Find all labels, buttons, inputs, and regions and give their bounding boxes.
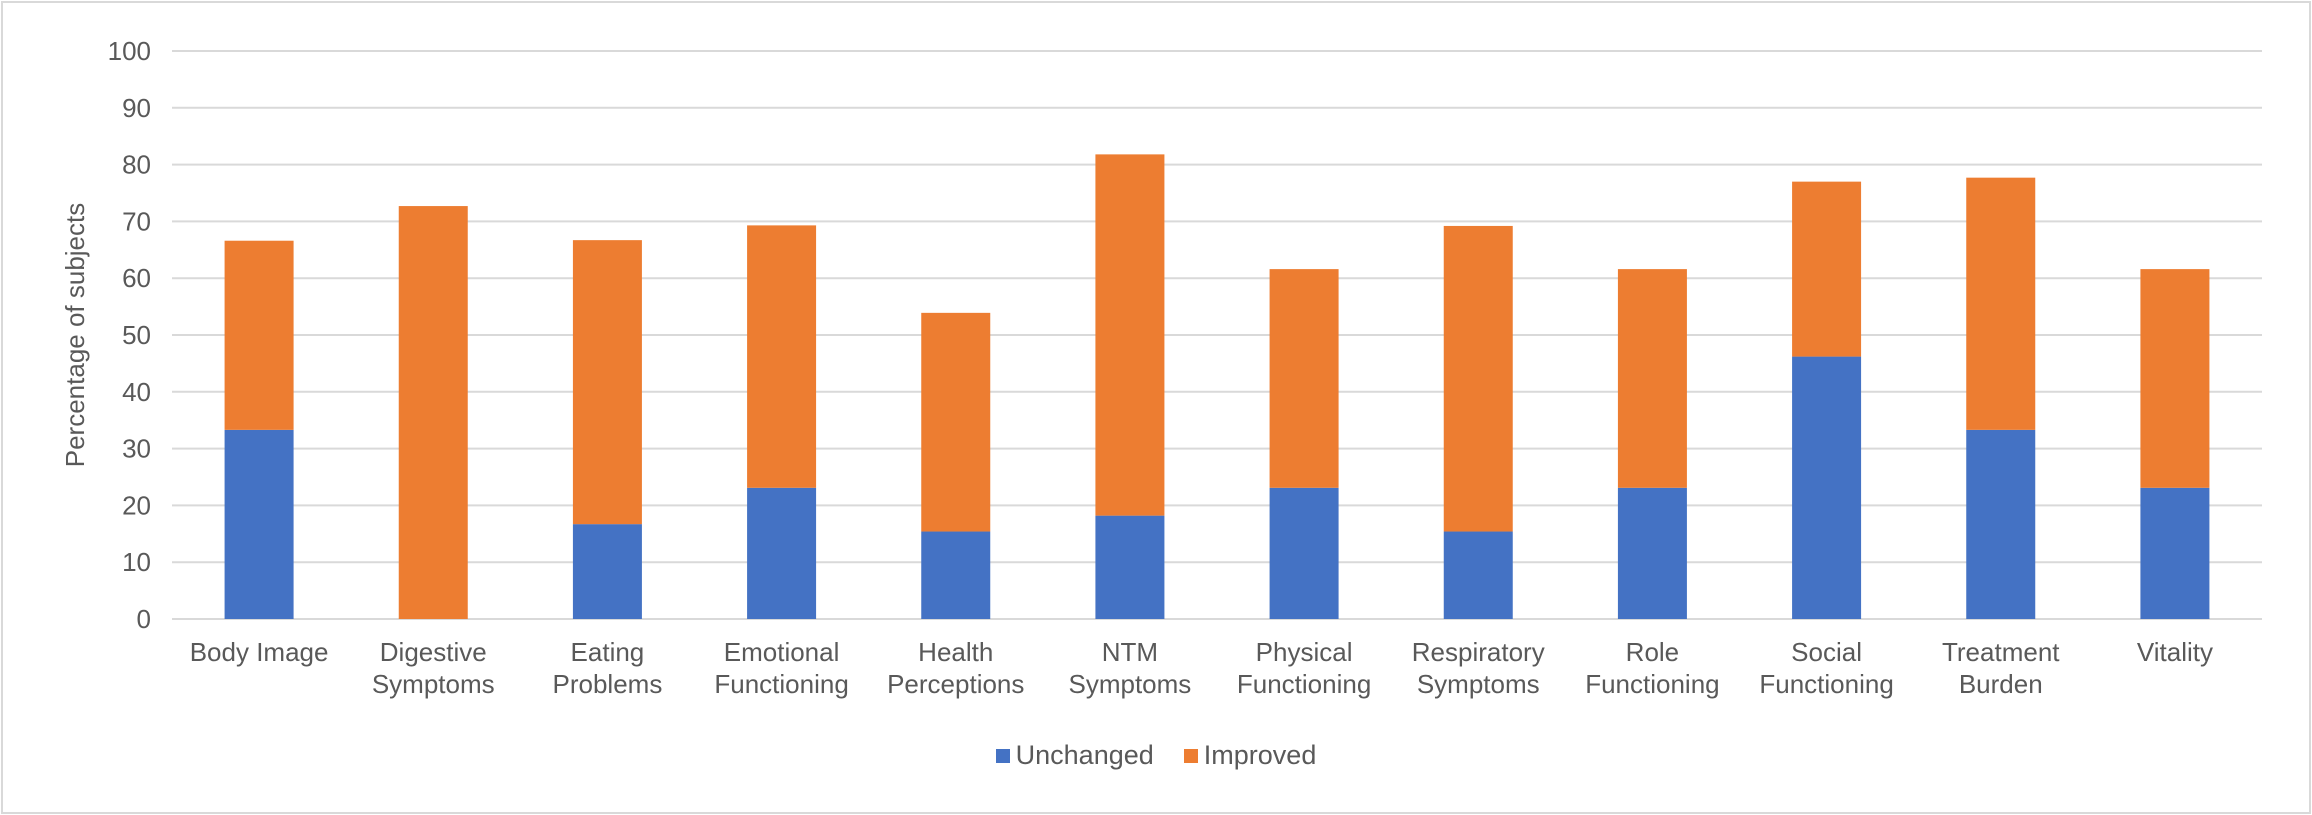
y-axis-ticks: 0 10 20 30 40 50 60 70 80 90 100 (108, 36, 151, 634)
bar-improved-eating-problems (572, 240, 642, 525)
bar-unchanged-ntm-symptoms (1095, 515, 1165, 619)
legend-swatch-unchanged (995, 748, 1010, 763)
bar-unchanged-body-image (224, 429, 294, 619)
x-category-label: Physical Functioning (1237, 637, 1371, 699)
y-tick-label: 30 (122, 434, 151, 464)
x-category-label: Digestive Symptoms (372, 637, 495, 699)
legend-item-improved: Improved (1183, 740, 1317, 771)
bar-unchanged-social-functioning (1792, 356, 1862, 619)
bar-unchanged-physical-functioning (1269, 487, 1339, 619)
x-category-label: Role Functioning (1585, 637, 1719, 699)
bar-unchanged-respiratory-symptoms (1443, 531, 1513, 619)
x-category-label: NTM Symptoms (1069, 637, 1192, 699)
bar-improved-treatment-burden (1966, 177, 2036, 430)
y-tick-label: 40 (122, 377, 151, 407)
bar-improved-body-image (224, 240, 294, 430)
y-tick-label: 0 (137, 604, 151, 634)
bar-improved-digestive-symptoms (398, 206, 468, 619)
y-tick-label: 100 (108, 36, 151, 66)
legend-swatch-improved (1183, 748, 1198, 763)
x-category-label: Body Image (190, 637, 329, 667)
bar-improved-vitality (2140, 269, 2210, 488)
bar-unchanged-emotional-functioning (747, 487, 817, 619)
bar-unchanged-eating-problems (572, 524, 642, 619)
legend: Unchanged Improved (0, 740, 2312, 771)
y-tick-label: 50 (122, 320, 151, 350)
bar-improved-respiratory-symptoms (1443, 225, 1513, 532)
bar-improved-social-functioning (1792, 181, 1862, 357)
x-axis-categories: Body Image Digestive Symptoms Eating Problem… (190, 637, 2213, 699)
legend-item-unchanged: Unchanged (995, 740, 1154, 771)
y-tick-label: 80 (122, 150, 151, 180)
x-category-label: Emotional Functioning (714, 637, 848, 699)
x-category-label: Vitality (2137, 637, 2213, 667)
bar-unchanged-health-perceptions (921, 531, 991, 619)
x-category-label: Respiratory Symptoms (1412, 637, 1545, 699)
y-tick-label: 70 (122, 206, 151, 236)
legend-label-improved: Improved (1203, 740, 1317, 770)
legend-label-unchanged: Unchanged (1015, 740, 1154, 770)
bar-unchanged-treatment-burden (1966, 429, 2036, 619)
y-tick-label: 20 (122, 490, 151, 520)
x-category-label: Health Perceptions (887, 637, 1024, 699)
stacked-bar-chart: 0 10 20 30 40 50 60 70 80 90 100 Body Image Digesti… (60, 36, 2262, 699)
bar-unchanged-vitality (2140, 487, 2210, 619)
y-tick-label: 10 (122, 547, 151, 577)
x-category-label: Treatment Burden (1942, 637, 2060, 699)
bars (224, 154, 2210, 619)
bar-improved-health-perceptions (921, 312, 991, 532)
bar-improved-role-functioning (1617, 269, 1687, 488)
y-tick-label: 90 (122, 93, 151, 123)
y-tick-label: 60 (122, 263, 151, 293)
x-category-label: Social Functioning (1759, 637, 1893, 699)
gridlines (172, 50, 2262, 620)
y-axis-label: Percentage of subjects (60, 203, 90, 468)
bar-improved-physical-functioning (1269, 269, 1339, 488)
bar-improved-ntm-symptoms (1095, 154, 1165, 516)
bar-improved-emotional-functioning (747, 225, 817, 488)
bar-unchanged-role-functioning (1617, 487, 1687, 619)
x-category-label: Eating Problems (553, 637, 663, 699)
